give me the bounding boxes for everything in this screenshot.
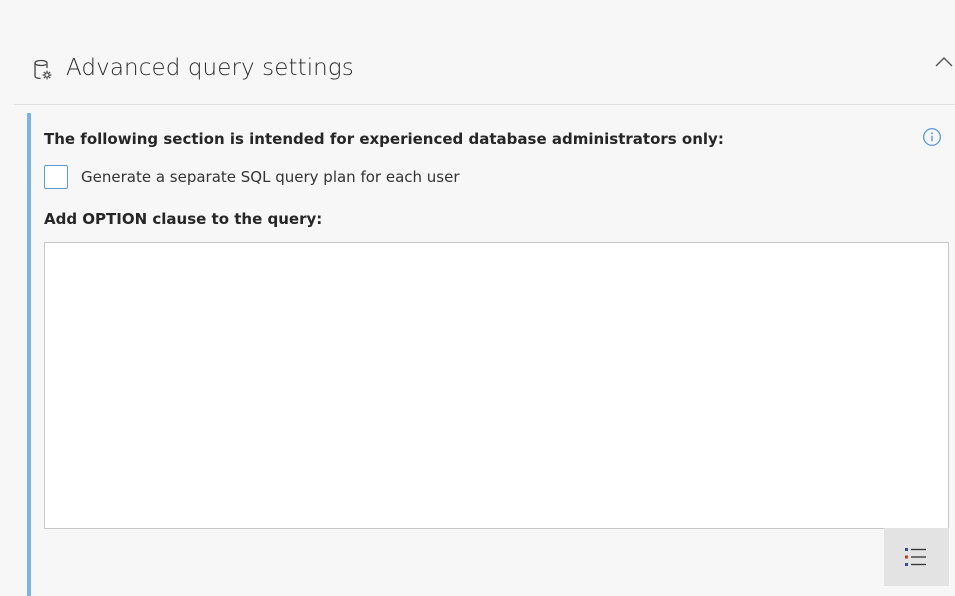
advanced-query-settings-root: Advanced query settings The following se…	[0, 0, 955, 596]
database-settings-icon	[30, 58, 54, 82]
bulleted-list-button[interactable]	[884, 528, 949, 586]
section-header[interactable]: Advanced query settings	[14, 42, 955, 105]
advanced-settings-panel: The following section is intended for ex…	[27, 113, 955, 596]
info-icon[interactable]	[922, 127, 942, 147]
admin-warning-text: The following section is intended for ex…	[44, 130, 724, 148]
separate-query-plan-label: Generate a separate SQL query plan for e…	[81, 168, 460, 186]
chevron-up-icon[interactable]	[933, 52, 955, 74]
separate-query-plan-option[interactable]: Generate a separate SQL query plan for e…	[44, 165, 460, 189]
option-clause-textarea[interactable]	[44, 242, 949, 529]
option-clause-label: Add OPTION clause to the query:	[44, 210, 323, 228]
separate-query-plan-checkbox[interactable]	[44, 165, 68, 189]
section-title: Advanced query settings	[66, 55, 354, 81]
bulleted-list-icon	[905, 548, 926, 566]
